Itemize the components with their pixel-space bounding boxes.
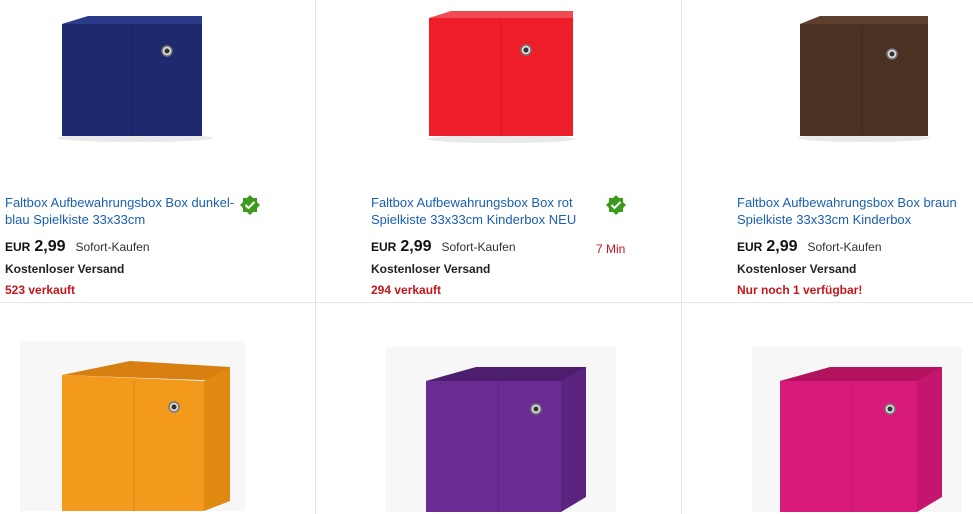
price-row: EUR 2,99 Sofort-Kaufen bbox=[737, 238, 882, 256]
buy-type: Sofort-Kaufen bbox=[441, 240, 516, 254]
price: 2,99 bbox=[34, 238, 66, 255]
storage-box-image bbox=[427, 11, 575, 143]
product-image[interactable] bbox=[682, 0, 973, 160]
sold-count: 294 verkauft bbox=[371, 283, 442, 297]
listing-title-link[interactable]: Faltbox Aufbewahrungsbox Box braun Spiel… bbox=[737, 194, 972, 228]
listing-card[interactable]: Faltbox Aufbewahrungsbox Box rot Spielki… bbox=[316, 0, 682, 303]
storage-box-image bbox=[386, 347, 616, 512]
listing-card[interactable]: Faltbox Aufbewahrungsbox Box dunkel-blau… bbox=[0, 0, 316, 303]
shipping-info: Kostenloser Versand bbox=[371, 262, 491, 276]
price-row: EUR 2,99 Sofort-Kaufen bbox=[371, 238, 516, 256]
product-image[interactable] bbox=[0, 0, 315, 160]
storage-box-image bbox=[20, 341, 245, 511]
product-image[interactable] bbox=[0, 303, 315, 511]
storage-box-image bbox=[57, 16, 213, 142]
listing-card[interactable] bbox=[682, 303, 973, 514]
product-image[interactable] bbox=[682, 303, 973, 512]
listing-card[interactable] bbox=[0, 303, 316, 514]
storage-box-image bbox=[798, 16, 930, 142]
listing-card[interactable] bbox=[316, 303, 682, 514]
currency: EUR bbox=[737, 240, 763, 254]
currency: EUR bbox=[371, 240, 397, 254]
listing-card[interactable]: Faltbox Aufbewahrungsbox Box braun Spiel… bbox=[682, 0, 973, 303]
price: 2,99 bbox=[400, 238, 432, 255]
price: 2,99 bbox=[766, 238, 798, 255]
price-row: EUR 2,99 Sofort-Kaufen bbox=[5, 238, 150, 256]
top-seller-icon bbox=[240, 195, 260, 215]
listing-title-link[interactable]: Faltbox Aufbewahrungsbox Box rot Spielki… bbox=[371, 194, 611, 228]
results-grid: Faltbox Aufbewahrungsbox Box dunkel-blau… bbox=[0, 0, 973, 514]
time-left: 7 Min bbox=[596, 242, 626, 256]
shipping-info: Kostenloser Versand bbox=[5, 262, 125, 276]
top-seller-icon bbox=[606, 195, 626, 215]
shipping-info: Kostenloser Versand bbox=[737, 262, 857, 276]
product-image[interactable] bbox=[316, 0, 681, 160]
buy-type: Sofort-Kaufen bbox=[807, 240, 882, 254]
product-image[interactable] bbox=[316, 303, 681, 512]
listing-title-link[interactable]: Faltbox Aufbewahrungsbox Box dunkel-blau… bbox=[5, 194, 235, 228]
buy-type: Sofort-Kaufen bbox=[75, 240, 150, 254]
availability-note: Nur noch 1 verfügbar! bbox=[737, 283, 863, 297]
storage-box-image bbox=[752, 347, 962, 512]
sold-count: 523 verkauft bbox=[5, 283, 76, 297]
currency: EUR bbox=[5, 240, 31, 254]
